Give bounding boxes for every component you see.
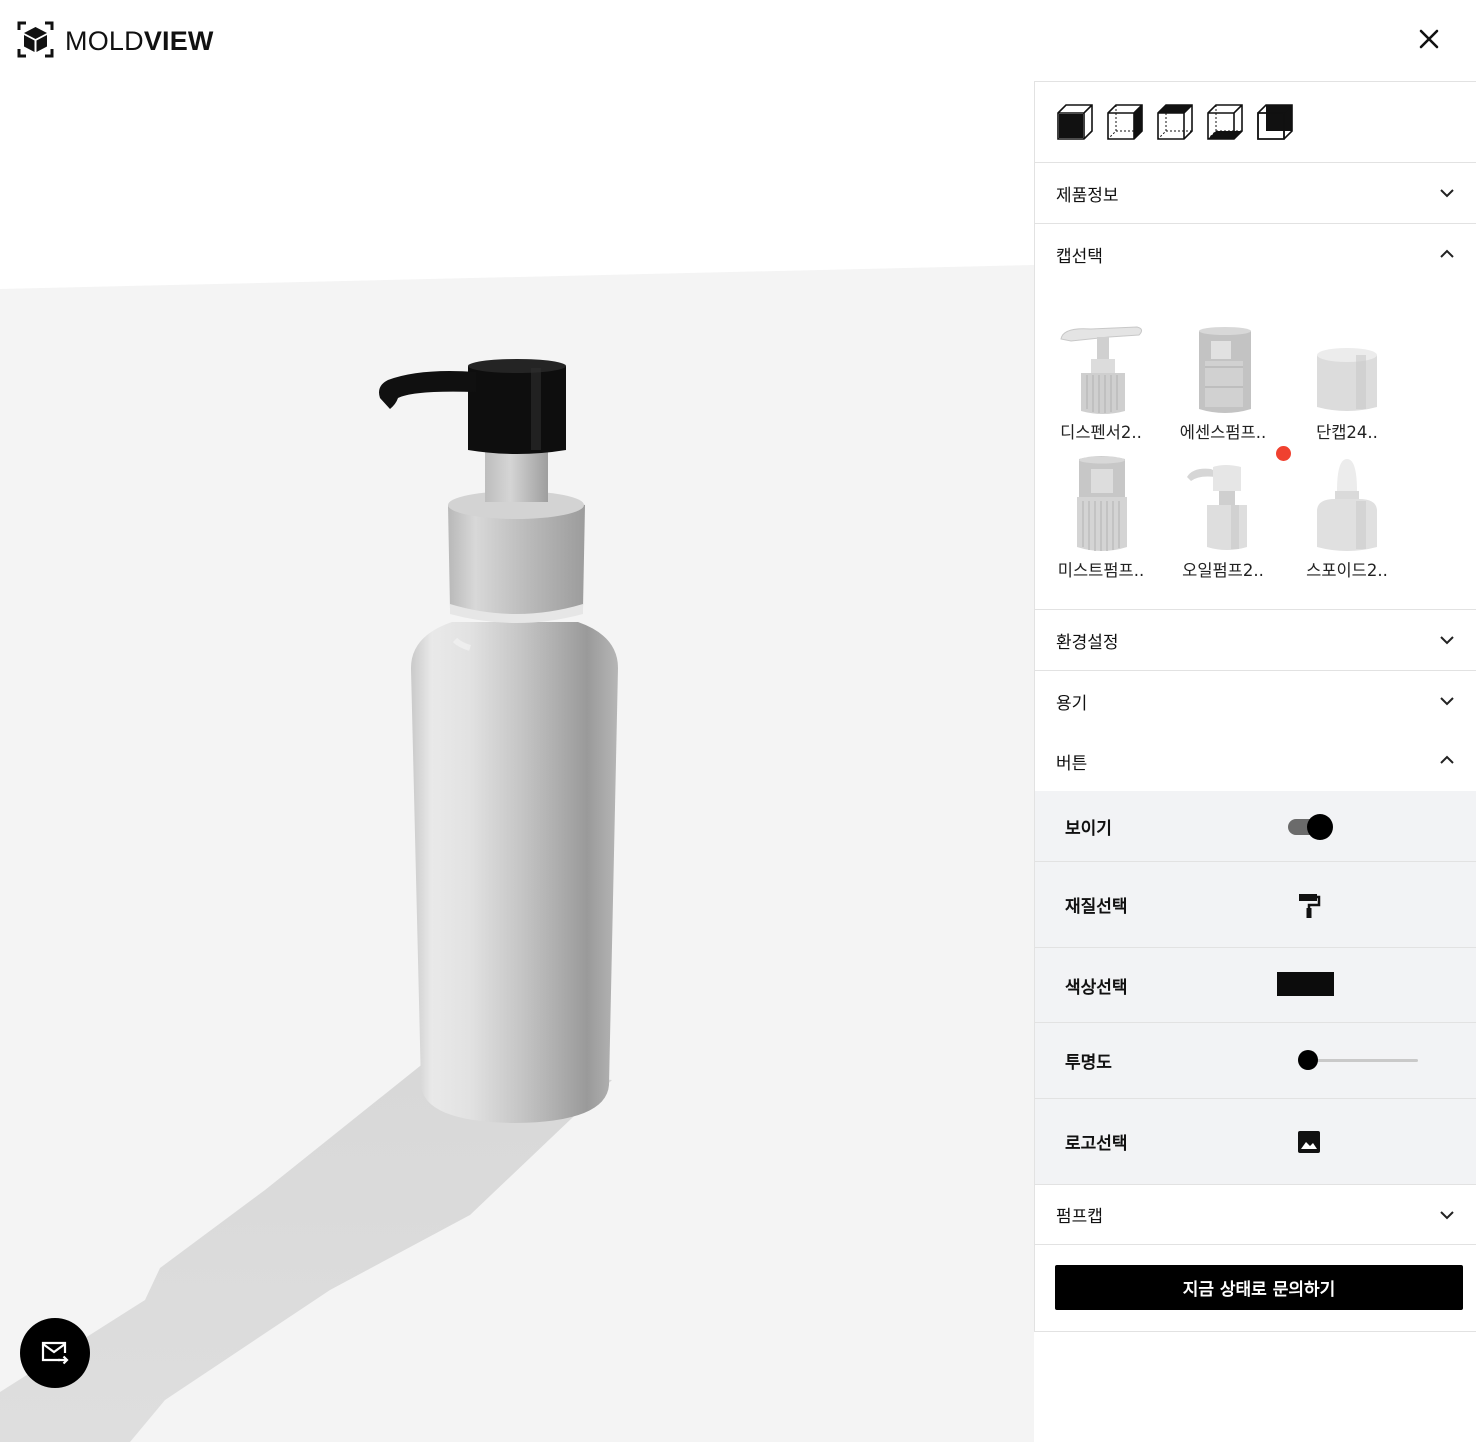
chevron-down-icon bbox=[1440, 636, 1454, 645]
section-environment-label: 환경설정 bbox=[1056, 632, 1119, 653]
top-view-icon bbox=[1157, 104, 1193, 140]
view-back-button[interactable] bbox=[1256, 103, 1294, 141]
close-button[interactable] bbox=[1412, 22, 1446, 56]
dispenser-cap-icon bbox=[1060, 326, 1143, 414]
prop-material: 재질선택 bbox=[1035, 862, 1476, 948]
prop-opacity-label: 투명도 bbox=[1065, 1053, 1112, 1073]
cap-label: 스포이드2.. bbox=[1306, 561, 1388, 580]
close-icon bbox=[1419, 29, 1439, 49]
chevron-down-icon bbox=[1440, 1211, 1454, 1220]
front-view-icon bbox=[1057, 104, 1093, 140]
view-front-button[interactable] bbox=[1056, 103, 1094, 141]
color-swatch[interactable] bbox=[1277, 972, 1334, 996]
opacity-slider[interactable] bbox=[1298, 1049, 1418, 1071]
essence-pump-cap-icon bbox=[1199, 327, 1251, 413]
notification-dot bbox=[1276, 446, 1291, 461]
cap-option-mist-pump[interactable]: 미스트펌프.. bbox=[1041, 455, 1161, 585]
cap-option-dropper[interactable]: 스포이드2.. bbox=[1287, 455, 1407, 585]
chevron-up-icon bbox=[1440, 755, 1454, 764]
section-container[interactable]: 용기 bbox=[1035, 671, 1476, 732]
chevron-down-icon bbox=[1440, 697, 1454, 706]
view-top-button[interactable] bbox=[1156, 103, 1194, 141]
logo-text-light: MOLD bbox=[65, 26, 144, 56]
chevron-down-icon bbox=[1440, 189, 1454, 198]
cap-label: 디스펜서2.. bbox=[1060, 423, 1142, 442]
section-button-label: 버튼 bbox=[1056, 754, 1088, 774]
bottom-view-icon bbox=[1207, 104, 1243, 140]
section-button[interactable]: 버튼 bbox=[1035, 732, 1476, 791]
side-panel: 제품정보 캡선택 디스펜서2.. 에센스펌프.. 단캡24.. 미스트펌프.. … bbox=[1034, 81, 1476, 1332]
contact-fab[interactable] bbox=[20, 1318, 90, 1388]
view-buttons bbox=[1035, 82, 1476, 163]
section-environment[interactable]: 환경설정 bbox=[1035, 610, 1476, 671]
mist-pump-cap-icon bbox=[1077, 456, 1127, 551]
toggle-knob bbox=[1307, 814, 1333, 840]
chevron-up-icon bbox=[1440, 249, 1454, 258]
mail-send-icon bbox=[41, 1341, 69, 1365]
paint-roller-icon[interactable] bbox=[1297, 893, 1321, 919]
logo-text-bold: VIEW bbox=[143, 26, 214, 56]
slider-thumb[interactable] bbox=[1298, 1050, 1318, 1070]
plain-cap-icon bbox=[1317, 348, 1377, 411]
cap-option-plain[interactable]: 단캡24.. bbox=[1287, 317, 1407, 447]
prop-color: 색상선택 bbox=[1035, 948, 1476, 1023]
view-bottom-button[interactable] bbox=[1206, 103, 1244, 141]
section-cap-select-label: 캡선택 bbox=[1056, 247, 1103, 267]
section-product-info-label: 제품정보 bbox=[1056, 185, 1119, 206]
cap-label: 단캡24.. bbox=[1316, 423, 1378, 442]
prop-logo-label: 로고선택 bbox=[1065, 1134, 1128, 1154]
section-cap-select[interactable]: 캡선택 bbox=[1035, 224, 1476, 285]
3d-viewport[interactable] bbox=[0, 80, 1034, 1442]
prop-logo: 로고선택 bbox=[1035, 1099, 1476, 1184]
cap-option-dispenser[interactable]: 디스펜서2.. bbox=[1041, 317, 1161, 447]
cap-grid: 디스펜서2.. 에센스펌프.. 단캡24.. 미스트펌프.. 오일펌프2.. 스… bbox=[1035, 285, 1476, 610]
cap-option-oil-pump[interactable]: 오일펌프2.. bbox=[1163, 455, 1283, 585]
prop-color-label: 색상선택 bbox=[1065, 978, 1128, 998]
back-view-icon bbox=[1257, 104, 1293, 140]
section-pump-cap-label: 펌프캡 bbox=[1056, 1207, 1103, 1227]
right-view-icon bbox=[1107, 104, 1143, 140]
prop-material-label: 재질선택 bbox=[1065, 897, 1128, 917]
prop-visible-label: 보이기 bbox=[1065, 819, 1112, 839]
logo[interactable]: MOLDVIEW bbox=[17, 21, 214, 62]
prop-opacity: 투명도 bbox=[1035, 1023, 1476, 1099]
visibility-toggle[interactable] bbox=[1288, 814, 1334, 840]
section-product-info[interactable]: 제품정보 bbox=[1035, 163, 1476, 224]
cap-label: 오일펌프2.. bbox=[1182, 561, 1264, 580]
prop-visible: 보이기 bbox=[1035, 791, 1476, 862]
view-right-button[interactable] bbox=[1106, 103, 1144, 141]
app-root: MOLDVIEW 제품정보 캡선택 디스펜서2.. 에센스펌프.. 단캡24..… bbox=[0, 0, 1476, 1442]
section-container-label: 용기 bbox=[1056, 694, 1088, 714]
image-icon[interactable] bbox=[1297, 1130, 1321, 1154]
button-properties: 보이기 재질선택 색상선택 투명도 로고선택 bbox=[1035, 791, 1476, 1184]
section-pump-cap[interactable]: 펌프캡 bbox=[1035, 1184, 1476, 1245]
cap-label: 미스트펌프.. bbox=[1057, 561, 1145, 580]
cap-label: 에센스펌프.. bbox=[1179, 423, 1267, 442]
logo-cube-icon bbox=[17, 21, 54, 62]
dropper-cap-icon bbox=[1317, 459, 1377, 551]
inquire-button[interactable]: 지금 상태로 문의하기 bbox=[1055, 1265, 1463, 1310]
logo-text: MOLDVIEW bbox=[65, 26, 214, 57]
oil-pump-cap-icon bbox=[1187, 465, 1247, 550]
cap-option-essence-pump[interactable]: 에센스펌프.. bbox=[1163, 317, 1283, 447]
